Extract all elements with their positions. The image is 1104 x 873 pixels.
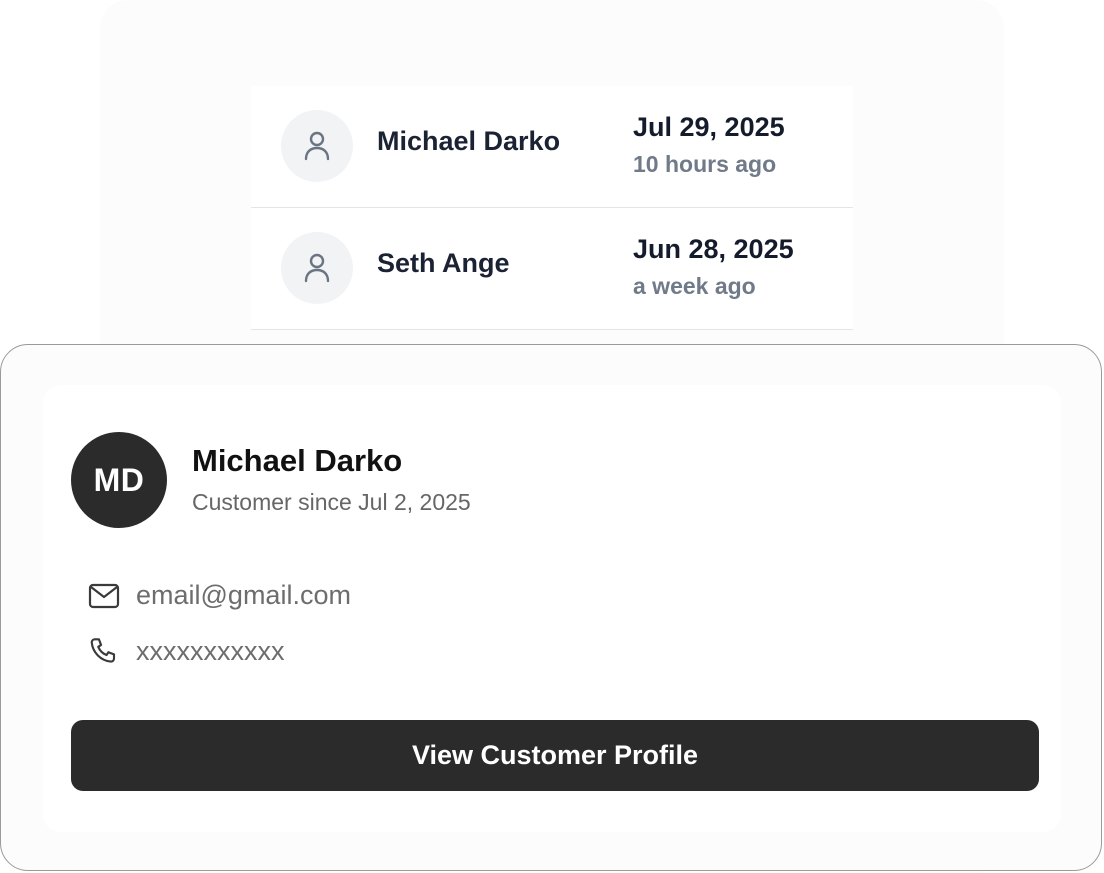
user-avatar [281, 232, 353, 304]
avatar-initials: MD [71, 432, 167, 528]
user-avatar [281, 110, 353, 182]
user-icon [304, 131, 330, 161]
user-icon [304, 253, 330, 283]
customer-relative-time: 10 hours ago [633, 151, 777, 177]
customer-since: Customer since Jul 2, 2025 [192, 489, 471, 515]
customer-date: Jun 28, 2025 [633, 234, 794, 264]
mail-icon [87, 579, 121, 613]
customer-relative-time: a week ago [633, 273, 756, 299]
phone-text[interactable]: xxxxxxxxxxx [136, 636, 285, 667]
stage: Michael Darko Jul 29, 2025 10 hours ago … [0, 0, 1104, 873]
customer-list: Michael Darko Jul 29, 2025 10 hours ago … [251, 86, 853, 330]
customer-card: MD Michael Darko Customer since Jul 2, 2… [0, 344, 1102, 871]
list-item[interactable]: Michael Darko Jul 29, 2025 10 hours ago [251, 86, 853, 208]
email-text[interactable]: email@gmail.com [136, 580, 351, 611]
customer-name: Seth Ange [377, 248, 510, 278]
list-item[interactable]: Seth Ange Jun 28, 2025 a week ago [251, 208, 853, 330]
phone-icon [87, 635, 121, 669]
customer-card-name: Michael Darko [192, 443, 403, 478]
customer-date: Jul 29, 2025 [633, 112, 785, 142]
view-customer-profile-button[interactable]: View Customer Profile [71, 720, 1039, 791]
customer-name: Michael Darko [377, 126, 561, 156]
